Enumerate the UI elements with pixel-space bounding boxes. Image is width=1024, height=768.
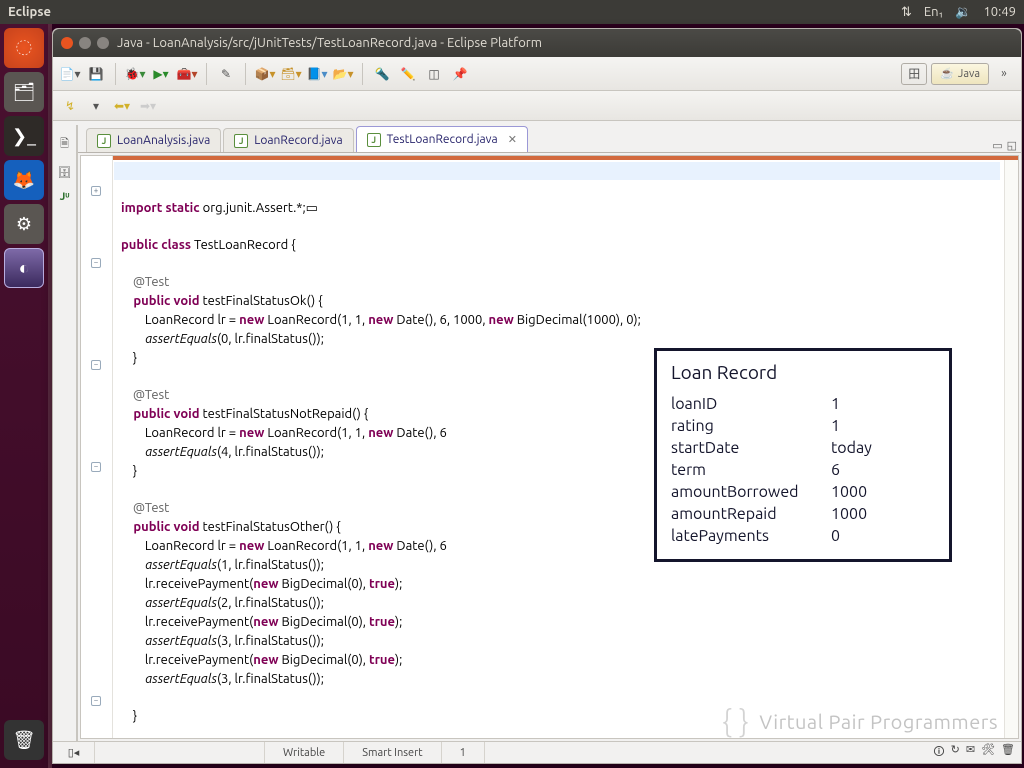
fold-icon[interactable]: − [91,462,101,472]
memory-icon[interactable]: 🗑 [1001,743,1015,762]
tab-tools: ▭ ◱ [992,139,1021,152]
eclipse-icon[interactable]: ◐ [4,248,44,288]
coverage-ruler [81,156,1018,160]
open-perspective-button[interactable]: 田 [901,63,927,85]
minimize-view-icon[interactable]: ▭ [992,139,1002,152]
overlay-row: amountBorrowed1000 [671,481,935,503]
overlay-row: term6 [671,459,935,481]
fold-icon[interactable]: + [91,186,101,196]
editor-tabstrip: J LoanAnalysis.java J LoanRecord.java J … [78,125,1021,153]
overlay-row: latePayments0 [671,525,935,547]
left-fast-views: 🗎 🗄 Jᶸ [53,125,77,741]
updates-icon[interactable]: 🛈 [933,743,944,762]
files-icon[interactable]: 🗂 [4,72,44,112]
class-button[interactable]: 📘▾ [306,63,328,85]
save-button[interactable]: 💾 [85,63,107,85]
firefox-icon[interactable]: 🦊 [4,160,44,200]
watermark-text: Virtual Pair Programmers [759,710,998,733]
window-title: Java - LoanAnalysis/src/jUnitTests/TestL… [117,36,542,50]
sound-icon[interactable]: 🔉 [955,5,971,20]
unity-launcher: ◌ 🗂 ❯_ 🦊 ⚙ ◐ 🗑 [0,24,48,768]
tab-loananalysis[interactable]: J LoanAnalysis.java [86,128,221,152]
status-tray: 🛈 ↻ ✉ 🛠 🗑 [933,743,1021,762]
trash-icon[interactable]: 🗑 [4,720,44,760]
minimize-icon[interactable] [79,37,91,49]
overlay-row: startDatetoday [671,437,935,459]
code-gutter[interactable]: + − − − − [81,156,113,738]
overlay-row: amountRepaid1000 [671,503,935,525]
java-file-icon: J [234,134,248,148]
terminal-icon[interactable]: ❯_ [4,116,44,156]
window-buttons [61,37,109,49]
maximize-icon[interactable] [97,37,109,49]
fold-icon[interactable]: − [91,258,101,268]
topbar-tray: ⇅ En₁ 🔉 10:49 [901,5,1016,20]
java-file-icon: J [97,134,111,148]
topbar-app-title: Eclipse [8,5,51,19]
tab-loanrecord[interactable]: J LoanRecord.java [223,128,353,152]
window-titlebar[interactable]: Java - LoanAnalysis/src/jUnitTests/TestL… [53,29,1021,57]
tab-label: LoanAnalysis.java [117,134,210,147]
last-edit-button[interactable]: ↯ [59,95,81,117]
annotate-button[interactable]: ✏️ [397,63,419,85]
package-explorer-icon[interactable]: 🗎 [60,135,69,154]
keyboard-layout-icon[interactable]: En₁ [924,5,943,19]
navigator-icon[interactable]: 🗄 [58,166,72,179]
status-insert-mode: Smart Insert [344,742,441,763]
fold-icon[interactable]: − [91,360,101,370]
maximize-view-icon[interactable]: ◱ [1007,139,1017,152]
nav-dropdown[interactable]: ▾ [85,95,107,117]
nav-toolbar: ↯ ▾ ⬅▾ ➡▾ [53,91,1021,121]
java-file-icon: J [367,133,381,147]
debug-button[interactable]: 🐞▾ [124,63,146,85]
show-views-icon[interactable]: ▯◂ [53,742,95,763]
watermark: { } Virtual Pair Programmers [722,704,998,738]
brace-icon: { } [722,704,749,738]
back-button[interactable]: ⬅▾ [111,95,133,117]
close-icon[interactable] [61,37,73,49]
tip-icon[interactable]: ✉ [966,743,975,762]
java-perspective-button[interactable]: ☕ Java [931,63,989,85]
status-line: 1 [442,742,485,763]
search-button[interactable]: 🔦 [371,63,393,85]
sync-icon[interactable]: ↻ [951,743,960,762]
tab-label: LoanRecord.java [254,134,342,147]
close-tab-icon[interactable]: ✕ [508,133,517,146]
status-writable: Writable [265,742,344,763]
overlay-title: Loan Record [671,361,935,383]
network-icon[interactable]: ⇅ [901,5,912,20]
open-task-button[interactable]: 📂▾ [332,63,354,85]
fold-icon[interactable]: − [91,696,101,706]
type-button[interactable]: 🗃▾ [280,63,302,85]
system-topbar: Eclipse ⇅ En₁ 🔉 10:49 [0,0,1024,24]
main-toolbar: 📄▾ 💾 🐞▾ ▶▾ 🧰▾ ✎ 📦▾ 🗃▾ 📘▾ 📂▾ 🔦 ✏️ ◫ 📌 田 ☕… [53,57,1021,91]
settings-icon[interactable]: ⚙ [4,204,44,244]
build-icon[interactable]: 🛠 [981,743,995,762]
run-button[interactable]: ▶▾ [150,63,172,85]
loan-record-overlay: Loan Record loanID1 rating1 startDatetod… [654,348,952,562]
toggle-button[interactable]: ◫ [423,63,445,85]
overview-ruler[interactable] [1004,156,1018,738]
perspective-overflow[interactable]: » [993,63,1015,85]
statusbar: ▯◂ Writable Smart Insert 1 🛈 ↻ ✉ 🛠 🗑 [53,741,1021,763]
new-button[interactable]: 📄▾ [59,63,81,85]
tab-label: TestLoanRecord.java [387,133,498,146]
new-class-button[interactable]: ✎ [215,63,237,85]
overlay-row: rating1 [671,415,935,437]
forward-button[interactable]: ➡▾ [137,95,159,117]
clock[interactable]: 10:49 [983,5,1016,19]
overlay-row: loanID1 [671,393,935,415]
package-button[interactable]: 📦▾ [254,63,276,85]
current-line-highlight [114,162,1000,180]
pin-button[interactable]: 📌 [449,63,471,85]
ext-tools-button[interactable]: 🧰▾ [176,63,198,85]
tab-testloanrecord[interactable]: J TestLoanRecord.java ✕ [356,126,528,152]
java-icon: ☕ [940,67,954,80]
junit-view-icon[interactable]: Jᶸ [60,191,70,203]
dash-home-icon[interactable]: ◌ [4,28,44,68]
